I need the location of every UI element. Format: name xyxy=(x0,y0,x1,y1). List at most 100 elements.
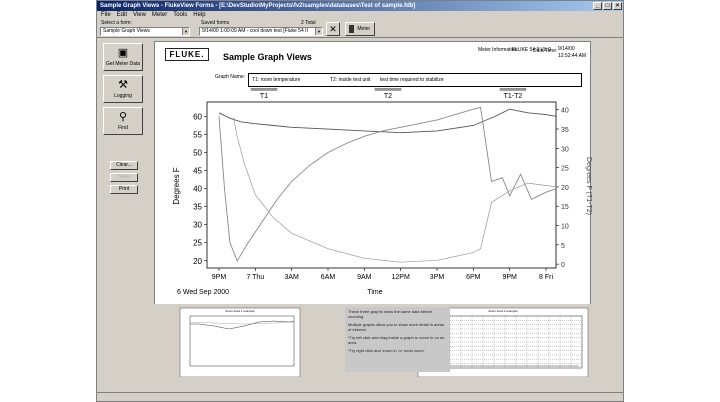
logging-button[interactable]: ⚒ Logging xyxy=(103,75,143,103)
y-tick-label: 30 xyxy=(193,221,202,230)
y2-tick-label: 20 xyxy=(561,185,569,192)
title-bar[interactable]: Sample Graph Views - FlukeView Forms - [… xyxy=(97,1,623,11)
close-button[interactable]: × xyxy=(613,2,622,10)
menu-help[interactable]: Help xyxy=(193,11,205,20)
total-label: 2 Total xyxy=(301,20,316,26)
legend-tab-bar xyxy=(499,88,527,91)
x-tick-label: 7 Thu xyxy=(246,274,264,281)
meter-label: Meter xyxy=(357,26,371,32)
binoculars-icon: ⚲ xyxy=(118,111,128,123)
main-chart[interactable]: T1 T2 T1-T2 20 25 30 35 40 45 50 55 60 0 5 10 15 20 25 3… xyxy=(155,88,592,306)
graph-name-t1t2: test time required to stabilize xyxy=(380,77,444,83)
saved-forms-label: Saved forms xyxy=(201,20,230,26)
note-p1: These three graphs show the same data be… xyxy=(348,309,433,319)
x-tick-label: 3AM xyxy=(284,274,299,281)
print-button[interactable]: Print xyxy=(110,185,138,194)
clear-label: Clear... xyxy=(116,162,132,168)
menu-edit[interactable]: Edit xyxy=(117,11,127,20)
legend-tab-label[interactable]: T1 xyxy=(260,93,268,100)
mini-left-plot xyxy=(189,315,295,367)
graph-name-t2: T2: inside test unit xyxy=(330,77,371,83)
y-tick-label: 55 xyxy=(193,130,202,139)
delete-form-button[interactable]: ✕ xyxy=(326,22,340,36)
close-icon: ✕ xyxy=(329,24,337,34)
x-tick-label: 3PM xyxy=(430,274,445,281)
x-tick-label: 9PM xyxy=(502,274,517,281)
app-window: Sample Graph Views - FlukeView Forms - [… xyxy=(96,0,624,402)
y-tick-label: 20 xyxy=(193,257,202,266)
x-tick-label: 9AM xyxy=(357,274,372,281)
x-date-label: 6 Wed Sep 2000 xyxy=(177,289,229,296)
select-form-combo[interactable]: Sample Graph Views ▼ xyxy=(100,27,190,36)
x-tick-label: 6AM xyxy=(321,274,336,281)
chevron-down-icon[interactable]: ▼ xyxy=(315,28,322,35)
menu-tools[interactable]: Tools xyxy=(173,11,187,20)
y2-tick-label: 15 xyxy=(561,204,569,211)
menu-meter[interactable]: Meter xyxy=(152,11,167,20)
y-tick-label: 25 xyxy=(193,239,202,248)
y2-tick-label: 40 xyxy=(561,108,569,115)
menu-view[interactable]: View xyxy=(133,11,146,20)
print-label: Print xyxy=(118,186,130,192)
legend-tab-bar xyxy=(250,88,278,91)
x-tick-label: 9PM xyxy=(212,274,227,281)
logging-icon: ⚒ xyxy=(118,79,128,91)
menu-file[interactable]: File xyxy=(101,11,111,20)
legend-tab-label[interactable]: T2 xyxy=(384,93,392,100)
y2-tick-label: 35 xyxy=(561,127,569,134)
note-p4: *Try right click and 'zoom in' or 'undo … xyxy=(348,348,425,353)
window-title: Sample Graph Views - FlukeView Forms - [… xyxy=(100,3,416,9)
help-note: These three graphs show the same data be… xyxy=(345,307,450,372)
menu-bar: File Edit View Meter Tools Help xyxy=(97,11,623,20)
page-title: Sample Graph Views xyxy=(223,52,312,62)
select-form-label: Select a form: xyxy=(101,20,132,26)
y-tick-label: 40 xyxy=(193,185,202,194)
legend-tab-label[interactable]: T1-T2 xyxy=(504,93,523,100)
x-axis-label: Time xyxy=(367,289,382,296)
save-label: Save xyxy=(118,174,130,180)
y2-tick-label: 5 xyxy=(561,243,565,250)
form-toolbar: Select a form: Sample Graph Views ▼ Save… xyxy=(97,20,623,38)
y2-tick-label: 30 xyxy=(561,146,569,153)
get-meter-data-button[interactable]: ▣ Get Meter Data xyxy=(103,43,143,71)
meter-icon: ▣ xyxy=(117,47,129,59)
fluke-logo: FLUKE. xyxy=(165,48,209,61)
y2-tick-label: 0 xyxy=(561,262,565,269)
window-controls: _ □ × xyxy=(593,2,622,10)
save-button[interactable]: Save xyxy=(110,173,138,182)
get-meter-data-label: Get Meter Data xyxy=(105,61,141,67)
minimize-button[interactable]: _ xyxy=(593,2,602,10)
y-tick-label: 35 xyxy=(193,203,202,212)
legend-tab-bar xyxy=(374,88,402,91)
graph-name-box: T1: room temperature T2: inside test uni… xyxy=(248,73,582,87)
x-tick-label: 8 Fri xyxy=(539,274,553,281)
y2-tick-label: 10 xyxy=(561,224,569,231)
x-tick-label: 12PM xyxy=(392,274,410,281)
x-tick-label: 6PM xyxy=(466,274,481,281)
chevron-down-icon[interactable]: ▼ xyxy=(182,28,189,35)
date-value: 9/14/00 xyxy=(558,46,575,52)
note-p2: Multiple graphs allow you to show more d… xyxy=(348,322,445,332)
clear-button[interactable]: Clear... xyxy=(110,161,138,170)
plot-area xyxy=(206,101,557,269)
time-value: 12:52:44 AM xyxy=(558,53,587,59)
y-tick-label: 60 xyxy=(193,112,202,121)
legend-tabs: T1 T2 T1-T2 xyxy=(250,88,527,100)
mini-charts-area: Zoom Area 1 example Zoom Area 2 example … xyxy=(154,304,591,377)
y-axis-label: Degrees F xyxy=(172,167,181,204)
logging-label: Logging xyxy=(114,93,132,99)
datetime-label: Date/Time: xyxy=(533,48,558,54)
saved-forms-value: 9/14/00 1:00:09 AM - cool down test [Flu… xyxy=(202,28,308,34)
maximize-button[interactable]: □ xyxy=(603,2,612,10)
find-label: Find xyxy=(118,125,128,131)
saved-forms-combo[interactable]: 9/14/00 1:00:09 AM - cool down test [Flu… xyxy=(199,27,323,36)
select-form-value: Sample Graph Views xyxy=(103,28,150,34)
graph-name-label: Graph Name: xyxy=(215,74,246,80)
y-tick-label: 50 xyxy=(193,149,202,158)
y-tick-label: 45 xyxy=(193,167,202,176)
graph-name-t1: T1: room temperature xyxy=(252,77,301,83)
find-button[interactable]: ⚲ Find xyxy=(103,107,143,135)
meter-button[interactable]: Meter xyxy=(345,22,375,36)
y2-tick-label: 25 xyxy=(561,166,569,173)
meter-icon xyxy=(349,24,354,33)
